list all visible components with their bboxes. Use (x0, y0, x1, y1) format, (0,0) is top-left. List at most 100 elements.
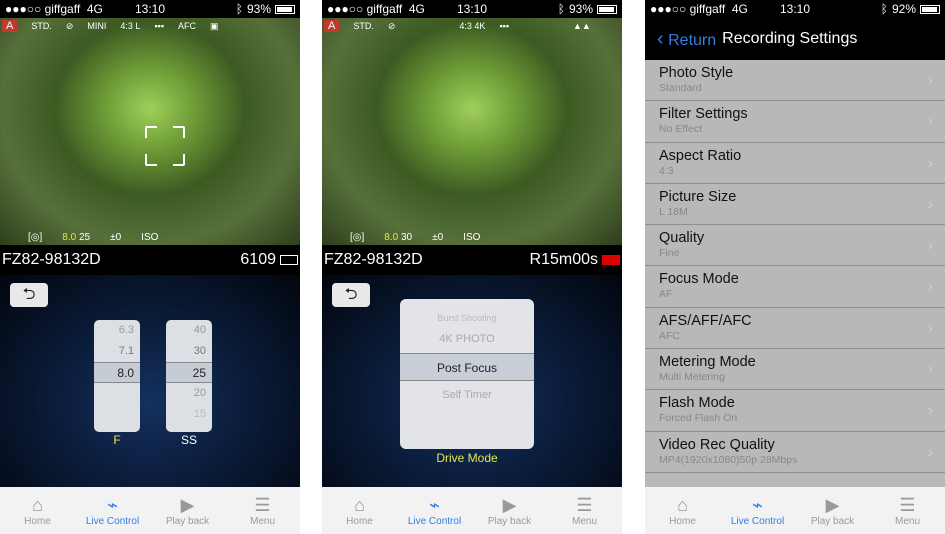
settings-item[interactable]: Picture Size L 18M › (645, 184, 945, 226)
play-icon: ▶ (502, 495, 517, 515)
clock: 13:10 (456, 2, 488, 16)
clock: 13:10 (134, 2, 166, 16)
overlay-top: A STD. ⊘ 4:3 4K ▪▪▪ ▲▲ (324, 20, 620, 32)
back-button[interactable]: ⮌ (332, 283, 370, 307)
tab-play-back[interactable]: ▶ Play back (795, 487, 870, 534)
wheel-option[interactable]: 6.3 (94, 320, 134, 341)
aperture-wheel[interactable]: 6.3 7.1 8.0 (94, 320, 140, 432)
wheel-selected[interactable]: 25 (166, 362, 212, 383)
iso-icon: ISO (141, 232, 159, 243)
settings-item-title: Photo Style (659, 65, 734, 81)
settings-item-value: Fine (659, 247, 680, 260)
live-view[interactable]: A STD. ⊘ 4:3 4K ▪▪▪ ▲▲ [◎] 8.0 30 ±0 ISO (322, 18, 622, 245)
settings-item-title: Metering Mode (659, 354, 756, 371)
shutter-value: 30 (400, 232, 413, 243)
settings-item-value: L 18M (659, 205, 688, 218)
tab-live-control[interactable]: ⌁ Live Control (720, 487, 795, 534)
metering-icon: [◎] (28, 232, 43, 243)
tab-menu[interactable]: ☰ Menu (225, 487, 300, 534)
aperture-value: 8.0 (62, 232, 77, 243)
af-frame[interactable] (145, 126, 185, 166)
settings-item[interactable]: AFS/AFF/AFC AFC › (645, 308, 945, 350)
drive-mode-label: Drive Mode (436, 451, 498, 465)
tab-label: Live Control (85, 516, 140, 527)
chevron-right-icon: › (927, 361, 933, 379)
wheel-option[interactable]: 15 (166, 404, 206, 425)
photo-style-icon: STD. (353, 21, 374, 31)
metering-icon: [◎] (350, 232, 365, 243)
remote-signal-icon: ⌁ (429, 495, 440, 515)
settings-list: Photo Style Standard › Filter Settings No Ef… (645, 60, 945, 487)
chevron-right-icon: › (927, 443, 933, 461)
quality-icon: ▪▪▪ (154, 21, 165, 31)
tab-menu[interactable]: ☰ Menu (870, 487, 945, 534)
tab-home[interactable]: ⌂ Home (322, 487, 397, 534)
menu-icon: ☰ (254, 495, 271, 515)
quality-icon: ▪▪▪ (499, 21, 510, 31)
settings-item[interactable]: Video Rec Quality MP4(1920x1080)50p 28Mbp… (645, 432, 945, 473)
control-area: ⮌ Burst Shooting 4K PHOTO Post Focus Sel… (322, 275, 622, 487)
miniature-icon: MINI (87, 21, 107, 31)
camera-battery-icon (280, 255, 298, 265)
shutter-wheel[interactable]: 40 30 25 20 15 (166, 320, 212, 432)
wheel-option[interactable]: 7.1 (94, 341, 134, 362)
remote-signal-icon: ⌁ (107, 495, 118, 515)
screen-live-control-drive: ●●●○○ giffgaff 4G 13:10 ᛒ 93% A STD. ⊘ 4:… (322, 0, 622, 534)
tab-label: Home (24, 516, 51, 527)
settings-item-title: Quality (659, 230, 705, 247)
control-area: ⮌ 6.3 7.1 8.0 F 40 30 25 20 15 SS (0, 275, 300, 487)
tab-live-control[interactable]: ⌁ Live Control (397, 487, 472, 534)
drive-mode-picker[interactable]: Burst Shooting 4K PHOTO Post Focus Self … (400, 299, 534, 449)
mode-icon: A (2, 20, 18, 32)
settings-item-value: Standard (659, 82, 702, 94)
tab-play-back[interactable]: ▶ Play back (472, 487, 547, 534)
settings-item[interactable]: Flash Mode Forced Flash On › (645, 390, 945, 432)
status-bar: ●●●○○ giffgaff 4G 13:10 ᛒ 93% (322, 0, 622, 18)
camera-name: FZ82-98132D (2, 251, 101, 268)
settings-item-value: Multi Metering (659, 371, 725, 384)
tab-label: Play back (810, 516, 855, 527)
flash-off-icon: ⊘ (387, 20, 396, 31)
info-bar: FZ82-98132D 6109 (0, 245, 300, 275)
settings-item-title: Flash Mode (659, 395, 735, 412)
info-bar: FZ82-98132D R15m00s (322, 245, 622, 275)
camera-name: FZ82-98132D (324, 251, 423, 268)
settings-item[interactable]: Focus Mode AF › (645, 266, 945, 308)
return-button[interactable]: ‹ Return (657, 28, 716, 51)
settings-item[interactable]: Aspect Ratio 4:3 › (645, 143, 945, 184)
screen-live-control-exposure: ●●●○○ giffgaff 4G 13:10 ᛒ 93% A STD. ⊘ MI… (0, 0, 300, 534)
tab-menu[interactable]: ☰ Menu (547, 487, 622, 534)
wheel-option[interactable]: 30 (166, 341, 206, 362)
focus-mode: AFC (178, 21, 197, 31)
status-bar: ●●●○○ giffgaff 4G 13:10 ᛒ 92% (645, 0, 945, 18)
picker-option[interactable]: Self Timer (400, 381, 534, 409)
picker-option[interactable]: 4K PHOTO (400, 325, 534, 353)
tab-label: Home (346, 516, 373, 527)
settings-item-value: 4:3 (659, 164, 674, 177)
settings-item[interactable]: Photo Style Standard › (645, 60, 945, 102)
overlay-top: A STD. ⊘ MINI 4:3 L ▪▪▪ AFC ▣ (2, 20, 298, 32)
settings-item[interactable]: Quality Fine › (645, 225, 945, 267)
settings-item-value: Forced Flash On (659, 412, 738, 425)
shots-remaining: 6109 (240, 251, 276, 268)
back-button[interactable]: ⮌ (10, 283, 48, 307)
picker-selected[interactable]: Post Focus (400, 353, 534, 381)
wheel-option[interactable]: 20 (166, 383, 206, 404)
settings-item[interactable]: Metering Mode Multi Metering › (645, 349, 945, 391)
tab-home[interactable]: ⌂ Home (0, 487, 75, 534)
mode-icon: A (324, 20, 340, 32)
tab-live-control[interactable]: ⌁ Live Control (75, 487, 150, 534)
live-view[interactable]: A STD. ⊘ MINI 4:3 L ▪▪▪ AFC ▣ [◎] 8.0 25… (0, 18, 300, 245)
wheel-selected[interactable]: 8.0 (94, 362, 140, 383)
tab-label: Play back (487, 516, 532, 527)
settings-item-value: AFC (659, 329, 680, 342)
chevron-right-icon: › (927, 72, 933, 89)
settings-item[interactable]: Filter Settings No Effect › (645, 101, 945, 143)
tab-bar: ⌂ Home ⌁ Live Control ▶ Play back ☰ Menu (322, 487, 622, 534)
overlay-bottom: [◎] 8.0 25 ±0 ISO (28, 232, 260, 243)
tab-play-back[interactable]: ▶ Play back (150, 487, 225, 534)
wheel-option[interactable]: 40 (166, 320, 206, 341)
picker-option[interactable]: Burst Shooting (400, 311, 534, 325)
tab-home[interactable]: ⌂ Home (645, 487, 720, 534)
wheel-option[interactable] (94, 383, 134, 404)
